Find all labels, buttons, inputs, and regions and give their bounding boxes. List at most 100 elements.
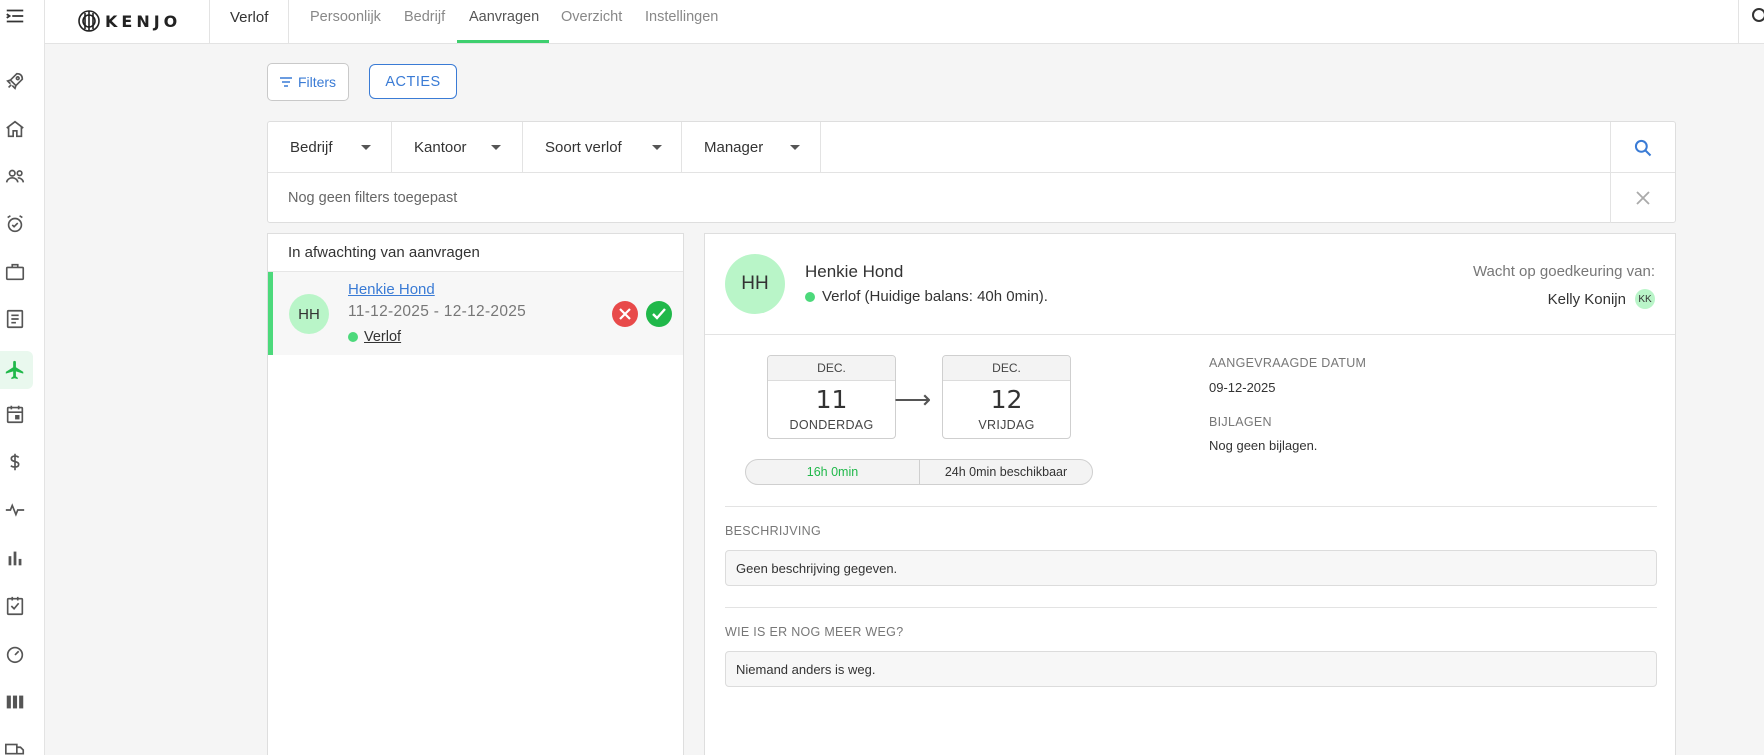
- topbar-divider: [209, 0, 210, 44]
- requested-date-label: AANGEVRAAGDE DATUM: [1209, 356, 1367, 370]
- end-date-card: DEC. 12 VRIJDAG: [942, 355, 1071, 439]
- check-icon: [652, 308, 666, 320]
- sidebar: [0, 0, 45, 755]
- caret-down-icon: [491, 145, 501, 150]
- logo-text: KENJO: [105, 11, 182, 31]
- attachments-value: Nog geen bijlagen.: [1209, 438, 1318, 453]
- pulse-icon[interactable]: [2, 497, 28, 523]
- pending-requests-title: In afwachting van aanvragen: [288, 244, 480, 261]
- end-month: DEC.: [943, 356, 1070, 381]
- filter-bar: Bedrijf Kantoor Soort verlof Manager Nog…: [267, 121, 1676, 223]
- request-type-label: Verlof: [364, 329, 402, 345]
- columns-icon[interactable]: [2, 689, 28, 715]
- waiting-approval-label: Wacht op goedkeuring van:: [1472, 263, 1655, 280]
- divider: [725, 607, 1657, 608]
- request-detail-panel: HH Henkie Hond Verlof (Huidige balans: 4…: [704, 233, 1676, 755]
- dropdown-label: Soort verlof: [545, 139, 622, 156]
- request-employee-link[interactable]: Henkie Hond: [348, 281, 435, 298]
- filters-button[interactable]: Filters: [267, 63, 349, 101]
- topbar-divider: [1738, 0, 1739, 44]
- clear-filters-button[interactable]: [1610, 173, 1675, 223]
- caret-down-icon: [361, 145, 371, 150]
- start-month: DEC.: [768, 356, 895, 381]
- section-title: Verlof: [230, 9, 269, 26]
- briefcase-icon[interactable]: [2, 259, 28, 285]
- avatar: HH: [725, 254, 785, 314]
- avatar: HH: [289, 294, 329, 334]
- tab-bedrijf[interactable]: Bedrijf: [404, 9, 445, 25]
- divider: [725, 506, 1657, 507]
- speedometer-icon[interactable]: [2, 641, 28, 667]
- dropdown-label: Kantoor: [414, 139, 467, 156]
- no-filters-text: Nog geen filters toegepast: [288, 190, 458, 206]
- attachments-label: BIJLAGEN: [1209, 415, 1272, 429]
- top-bar: KENJO Verlof Persoonlijk Bedrijf Aanvrag…: [45, 0, 1764, 44]
- tab-instellingen[interactable]: Instellingen: [645, 9, 718, 25]
- pending-requests-panel: In afwachting van aanvragen HH Henkie Ho…: [267, 233, 684, 755]
- checklist-icon[interactable]: [2, 593, 28, 619]
- search-icon: [1634, 139, 1652, 156]
- end-weekday: VRIJDAG: [978, 418, 1035, 432]
- leave-type-balance: Verlof (Huidige balans: 40h 0min).: [805, 288, 1048, 305]
- approve-button[interactable]: [646, 301, 672, 327]
- status-dot-icon: [348, 332, 358, 342]
- arrow-right-icon: ⟶: [894, 384, 932, 414]
- tab-persoonlijk[interactable]: Persoonlijk: [310, 9, 381, 25]
- kenjo-logo[interactable]: KENJO: [77, 6, 181, 36]
- topbar-divider: [288, 0, 289, 44]
- duration-pill: 16h 0min 24h 0min beschikbaar: [745, 459, 1093, 485]
- active-tab-indicator: [457, 40, 549, 43]
- menu-collapse-icon[interactable]: [2, 3, 28, 29]
- caret-down-icon: [652, 145, 662, 150]
- filter-dropdown-row: Bedrijf Kantoor Soort verlof Manager: [268, 122, 1675, 173]
- duration-used: 16h 0min: [746, 460, 920, 484]
- airplane-icon[interactable]: [2, 357, 28, 383]
- filters-button-label: Filters: [297, 74, 337, 90]
- kenjo-logo-icon: [78, 10, 100, 32]
- divider: [705, 334, 1675, 335]
- tab-overzicht[interactable]: Overzicht: [561, 9, 622, 25]
- dollar-icon[interactable]: [2, 449, 28, 475]
- close-icon: [1636, 191, 1650, 205]
- who-else-label: WIE IS ER NOG MEER WEG?: [725, 625, 904, 639]
- rocket-icon[interactable]: [2, 68, 28, 94]
- approver-name: Kelly Konijn: [1547, 290, 1626, 308]
- dropdown-bedrijf[interactable]: Bedrijf: [268, 122, 392, 173]
- description-label: BESCHRIJVING: [725, 524, 821, 538]
- filter-search-button[interactable]: [1610, 122, 1675, 173]
- caret-down-icon: [790, 145, 800, 150]
- request-type-link[interactable]: Verlof: [348, 329, 401, 345]
- filter-icon: [279, 77, 292, 87]
- request-dates: 11-12-2025 - 12-12-2025: [348, 303, 527, 320]
- employee-name: Henkie Hond: [805, 262, 904, 281]
- dropdown-soort-verlof[interactable]: Soort verlof: [523, 122, 682, 173]
- start-weekday: DONDERDAG: [789, 418, 874, 432]
- start-day: 11: [815, 385, 848, 414]
- who-else-box: Niemand anders is weg.: [725, 651, 1657, 687]
- alarm-check-icon[interactable]: [2, 211, 28, 237]
- description-box: Geen beschrijving gegeven.: [725, 550, 1657, 586]
- dropdown-manager[interactable]: Manager: [682, 122, 821, 173]
- dropdown-label: Bedrijf: [290, 139, 333, 156]
- people-icon[interactable]: [2, 163, 28, 189]
- request-list-item[interactable]: HH Henkie Hond 11-12-2025 - 12-12-2025 V…: [268, 272, 683, 355]
- bar-chart-icon[interactable]: [2, 545, 28, 571]
- reject-button[interactable]: [612, 301, 638, 327]
- start-date-card: DEC. 11 DONDERDAG: [767, 355, 896, 439]
- close-icon: [619, 308, 631, 320]
- dropdown-label: Manager: [704, 139, 764, 156]
- leave-type-text: Verlof (Huidige balans: 40h 0min).: [822, 288, 1048, 305]
- status-dot-icon: [805, 291, 815, 302]
- calendar-icon[interactable]: [2, 401, 28, 427]
- tab-aanvragen[interactable]: Aanvragen: [469, 9, 539, 25]
- approver-avatar: KK: [1635, 289, 1655, 309]
- end-day: 12: [990, 385, 1023, 414]
- requested-date-value: 09-12-2025: [1209, 380, 1276, 395]
- dropdown-kantoor[interactable]: Kantoor: [392, 122, 523, 173]
- duration-available: 24h 0min beschikbaar: [944, 465, 1068, 479]
- acties-button[interactable]: ACTIES: [369, 64, 457, 99]
- home-icon[interactable]: [2, 116, 28, 142]
- truck-icon[interactable]: [2, 737, 28, 755]
- global-search-icon[interactable]: [1750, 8, 1764, 26]
- document-list-icon[interactable]: [2, 306, 28, 332]
